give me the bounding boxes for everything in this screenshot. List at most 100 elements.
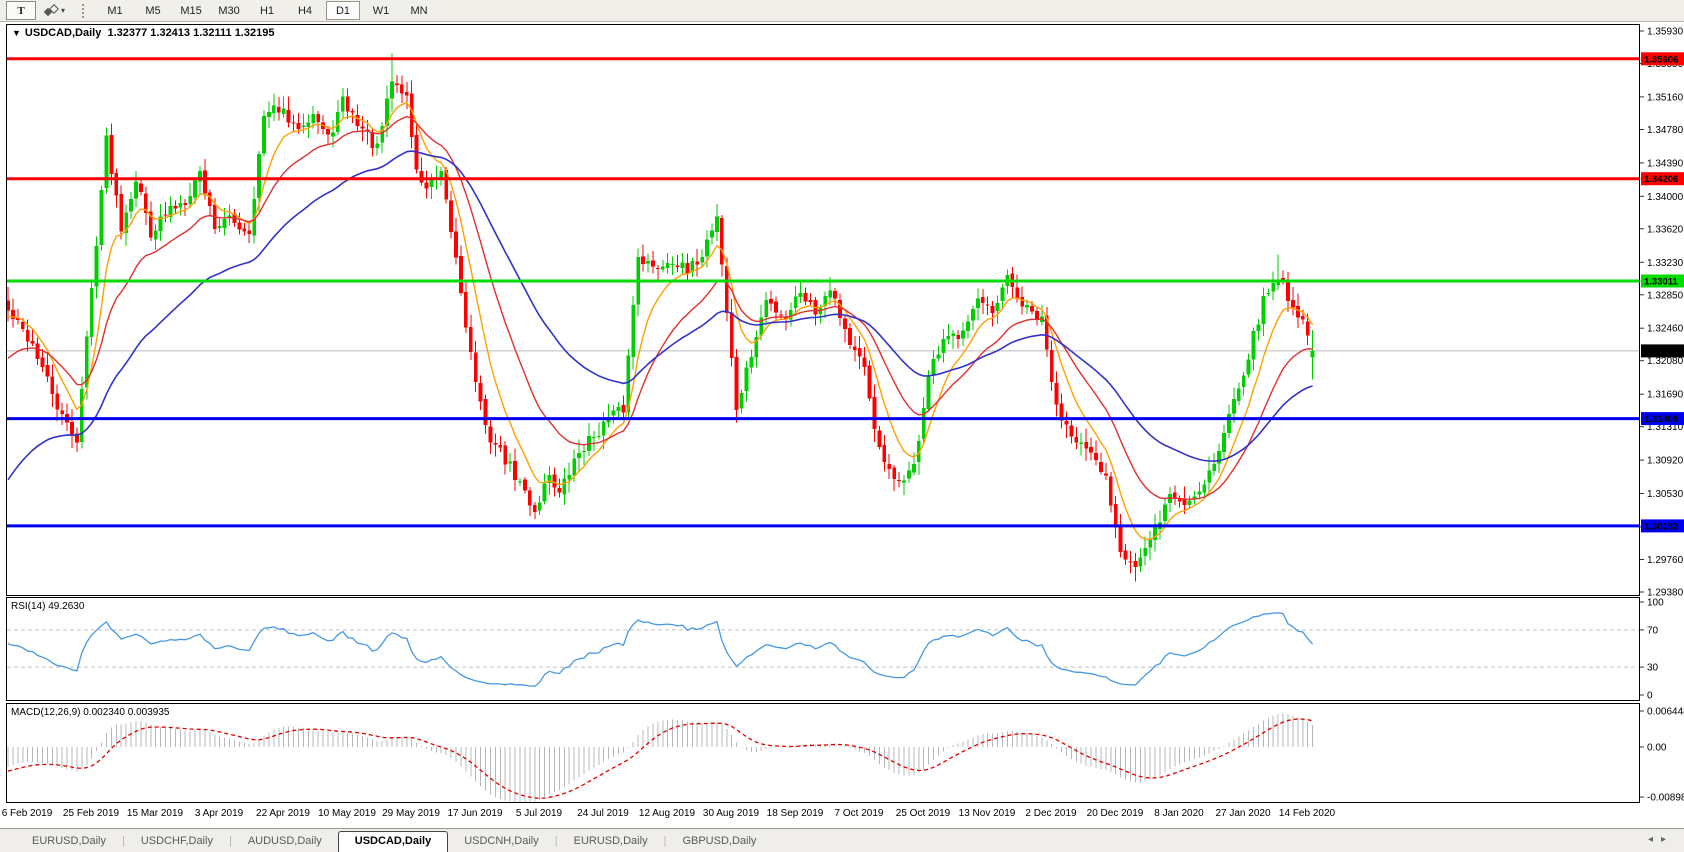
svg-text:1.33230: 1.33230	[1647, 258, 1684, 269]
rsi-name: RSI(14)	[11, 601, 46, 612]
date-label: 3 Apr 2019	[194, 808, 244, 819]
svg-text:0.006448: 0.006448	[1647, 707, 1684, 718]
timeframe-button-h4[interactable]: H4	[288, 1, 322, 20]
svg-text:1.33620: 1.33620	[1647, 224, 1684, 235]
ma-fast-line	[7, 101, 1314, 541]
svg-text:1.30152: 1.30152	[1644, 521, 1678, 532]
date-label: 14 Feb 2020	[1278, 808, 1336, 819]
svg-text:1.30920: 1.30920	[1647, 456, 1684, 467]
svg-text:70: 70	[1647, 625, 1659, 636]
date-label: 12 Aug 2019	[638, 808, 696, 819]
chart-template-button[interactable]: ▾	[40, 2, 68, 19]
macd-value-main: 0.002340	[83, 707, 125, 718]
svg-text:1.34206: 1.34206	[1644, 174, 1678, 185]
tab-bar: EURUSD,Daily | USDCHF,Daily | AUDUSD,Daily US…	[0, 828, 1684, 852]
svg-text:1.32460: 1.32460	[1647, 324, 1684, 335]
date-label: 8 Jan 2020	[1154, 808, 1204, 819]
date-label: 29 May 2019	[382, 808, 440, 819]
svg-text:0.00: 0.00	[1647, 743, 1667, 754]
rsi-axis-ticks: 100 70 30 0	[1640, 598, 1664, 702]
date-label: 30 Aug 2019	[702, 808, 760, 819]
chart-tab-audusd-2[interactable]: AUDUSD,Daily	[232, 831, 338, 852]
chart-collapse-icon[interactable]: ▼	[12, 28, 21, 38]
chart-tab-usdcad-3[interactable]: USDCAD,Daily	[337, 831, 449, 852]
timeframe-button-h1[interactable]: H1	[250, 1, 284, 20]
price-axis-ticks: 1.359301.355501.351601.347801.343901.340…	[1640, 27, 1684, 598]
svg-text:1.35160: 1.35160	[1647, 92, 1684, 103]
chart-tab-eurusd-0[interactable]: EURUSD,Daily	[16, 831, 122, 852]
macd-panel-canvas[interactable]: 0.006448 0.00 -0.008982	[0, 703, 1684, 803]
macd-histogram	[7, 713, 1314, 802]
svg-text:100: 100	[1647, 598, 1664, 609]
svg-text:1.31405: 1.31405	[1644, 414, 1679, 425]
timeframe-button-m1[interactable]: M1	[98, 1, 132, 20]
rsi-line	[7, 612, 1314, 687]
date-label: 24 Jul 2019	[577, 808, 629, 819]
date-label: 22 Apr 2019	[256, 808, 310, 819]
date-axis[interactable]: 6 Feb 2019 25 Feb 2019 15 Mar 2019 3 Apr 20…	[0, 805, 1684, 825]
macd-value-signal: 0.003935	[127, 707, 170, 718]
timeframe-button-m30[interactable]: M30	[212, 1, 246, 20]
macd-signal-line	[7, 718, 1313, 799]
svg-text:0: 0	[1647, 691, 1653, 702]
timeframe-button-mn[interactable]: MN	[402, 1, 436, 20]
text-tool-button[interactable]: T	[6, 1, 36, 20]
chart-title-bar: ▼ USDCAD,Daily 1.32377 1.32413 1.32111 1.…	[12, 27, 274, 39]
tab-scroll-right-icon[interactable]: ▸	[1661, 834, 1674, 845]
date-label: 10 May 2019	[318, 808, 376, 819]
price-chart-canvas[interactable]: 1.359301.355501.351601.347801.343901.340…	[0, 24, 1684, 597]
chart-tab-usdcnh-4[interactable]: USDCNH,Daily	[448, 831, 555, 852]
tab-scroll-arrows: ◂▸	[1648, 834, 1674, 845]
date-label: 17 Jun 2019	[447, 808, 503, 819]
svg-text:-0.008982: -0.008982	[1647, 793, 1684, 803]
macd-name: MACD(12,26,9)	[11, 707, 81, 718]
svg-text:1.32195: 1.32195	[1644, 346, 1679, 357]
macd-axis-ticks: 0.006448 0.00 -0.008982	[1640, 707, 1684, 803]
svg-text:1.35930: 1.35930	[1647, 27, 1684, 38]
chart-tab-gbpusd-6[interactable]: GBPUSD,Daily	[666, 831, 772, 852]
date-label: 6 Feb 2019	[1, 808, 53, 819]
svg-text:1.33011: 1.33011	[1644, 277, 1679, 288]
svg-text:1.32080: 1.32080	[1647, 356, 1684, 367]
svg-text:1.35606: 1.35606	[1644, 54, 1678, 65]
timeframe-buttons: M1 M5 M15 M30 H1 H4 D1 W1 MN	[98, 1, 436, 20]
rsi-label: RSI(14) 49.2630	[11, 601, 84, 612]
svg-text:30: 30	[1647, 663, 1659, 674]
svg-text:1.30530: 1.30530	[1647, 489, 1684, 500]
date-label: 25 Feb 2019	[62, 808, 120, 819]
date-label: 20 Dec 2019	[1086, 808, 1144, 819]
macd-label: MACD(12,26,9) 0.002340 0.003935	[11, 707, 169, 718]
date-label: 18 Sep 2019	[766, 808, 824, 819]
svg-text:1.29380: 1.29380	[1647, 588, 1684, 598]
toolbar: T ▾ M1 M5 M15 M30 H1 H4 D1 W1 MN	[0, 0, 1684, 22]
toolbar-grip[interactable]	[82, 3, 88, 18]
date-label: 5 Jul 2019	[515, 808, 563, 819]
chart-ohlc-values: 1.32377 1.32413 1.32111 1.32195	[107, 27, 275, 39]
chart-template-icon	[43, 3, 59, 16]
svg-text:1.31690: 1.31690	[1647, 390, 1684, 401]
svg-text:1.34000: 1.34000	[1647, 192, 1684, 203]
date-label: 15 Mar 2019	[126, 808, 184, 819]
svg-text:1.29760: 1.29760	[1647, 555, 1684, 566]
chart-tab-eurusd-5[interactable]: EURUSD,Daily	[558, 831, 664, 852]
rsi-value: 49.2630	[48, 601, 85, 612]
chart-symbol-title: USDCAD,Daily	[24, 27, 102, 39]
svg-text:1.32850: 1.32850	[1647, 290, 1684, 301]
timeframe-button-m5[interactable]: M5	[136, 1, 170, 20]
chart-tab-usdchf-1[interactable]: USDCHF,Daily	[125, 831, 229, 852]
date-label: 7 Oct 2019	[834, 808, 884, 819]
svg-text:1.34390: 1.34390	[1647, 158, 1684, 169]
date-label: 27 Jan 2020	[1215, 808, 1271, 819]
trading-terminal-window: T ▾ M1 M5 M15 M30 H1 H4 D1 W1 MN ▼ USDCAD,Daily 1…	[0, 0, 1684, 852]
tab-scroll-left-icon[interactable]: ◂	[1648, 834, 1661, 845]
rsi-panel-canvas[interactable]: 100 70 30 0	[0, 597, 1684, 701]
candles	[7, 53, 1315, 582]
svg-text:1.34780: 1.34780	[1647, 125, 1684, 136]
timeframe-button-m15[interactable]: M15	[174, 1, 208, 20]
timeframe-button-d1[interactable]: D1	[326, 1, 361, 20]
date-label: 13 Nov 2019	[958, 808, 1016, 819]
date-label: 25 Oct 2019	[895, 808, 951, 819]
chevron-down-icon: ▾	[61, 6, 66, 15]
date-label: 2 Dec 2019	[1025, 808, 1077, 819]
timeframe-button-w1[interactable]: W1	[364, 1, 398, 20]
